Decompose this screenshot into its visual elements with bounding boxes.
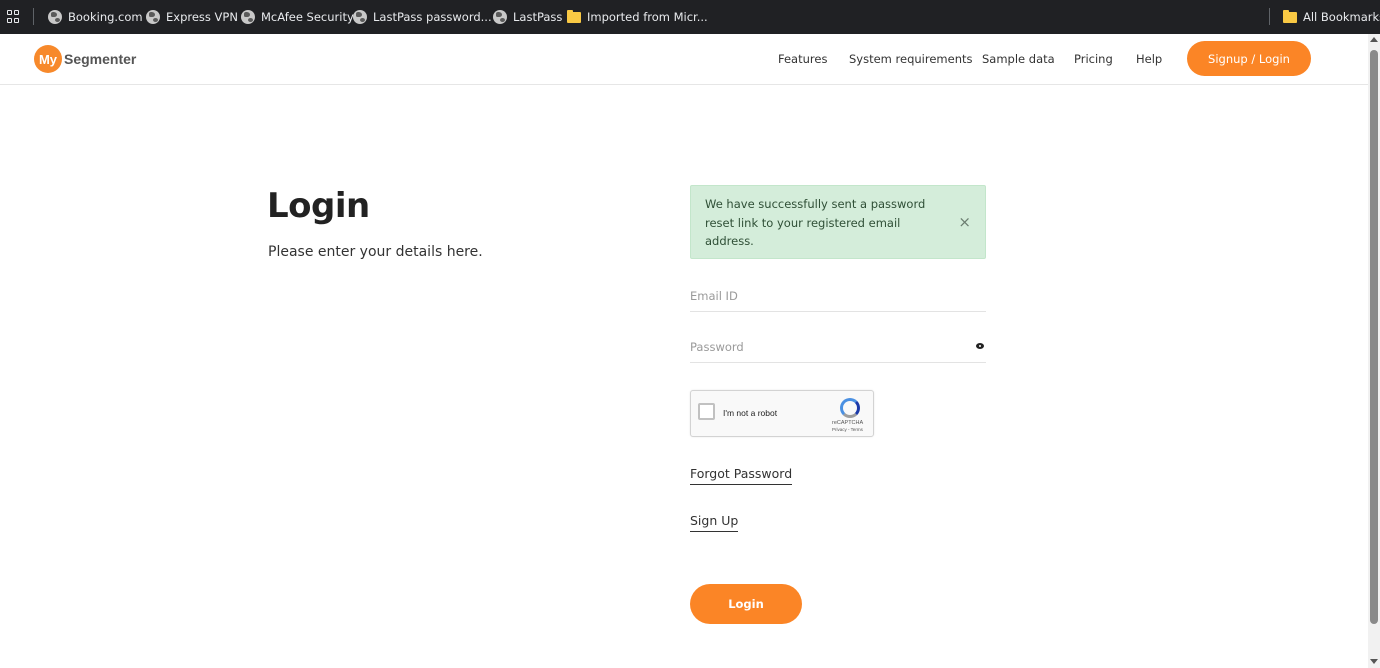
page-subtitle: Please enter your details here. bbox=[268, 244, 483, 260]
bookmark-lastpass[interactable]: LastPass bbox=[493, 0, 562, 34]
bookmark-label: Imported from Micr... bbox=[587, 10, 708, 24]
bookmark-booking[interactable]: Booking.com bbox=[48, 0, 143, 34]
sign-up-link[interactable]: Sign Up bbox=[690, 513, 739, 532]
bookmarks-bar: Booking.com Express VPN McAfee Security … bbox=[0, 0, 1380, 34]
all-bookmarks-label: All Bookmarks bbox=[1303, 10, 1380, 24]
globe-icon bbox=[146, 10, 160, 24]
bookmark-label: Booking.com bbox=[68, 10, 143, 24]
bookmark-express-vpn[interactable]: Express VPN bbox=[146, 0, 238, 34]
nav-features[interactable]: Features bbox=[778, 52, 827, 66]
logo-mark: My bbox=[34, 45, 62, 73]
recaptcha-label: I'm not a robot bbox=[723, 408, 778, 418]
close-icon[interactable]: × bbox=[958, 213, 971, 231]
bookmark-label: Express VPN bbox=[166, 10, 238, 24]
alert-message: We have successfully sent a password res… bbox=[705, 197, 926, 248]
scroll-up-arrow-icon[interactable] bbox=[1370, 37, 1378, 42]
password-field-wrapper bbox=[690, 333, 986, 363]
bookmark-lastpass-password[interactable]: LastPass password... bbox=[353, 0, 492, 34]
eye-icon[interactable] bbox=[976, 343, 984, 349]
bookmark-mcafee[interactable]: McAfee Security bbox=[241, 0, 354, 34]
page-title: Login bbox=[267, 186, 370, 226]
recaptcha-logo-icon bbox=[840, 398, 860, 418]
scrollbar-thumb[interactable] bbox=[1370, 50, 1378, 624]
all-bookmarks-button[interactable]: All Bookmarks bbox=[1283, 0, 1380, 34]
forgot-password-link[interactable]: Forgot Password bbox=[690, 466, 793, 485]
login-button[interactable]: Login bbox=[690, 584, 802, 624]
password-field[interactable] bbox=[690, 333, 986, 361]
nav-help[interactable]: Help bbox=[1136, 52, 1162, 66]
site-header: My Segmenter Features System requirement… bbox=[0, 34, 1368, 85]
bookmark-label: LastPass password... bbox=[373, 10, 492, 24]
email-field[interactable] bbox=[690, 282, 986, 310]
globe-icon bbox=[493, 10, 507, 24]
bookmark-imported-folder[interactable]: Imported from Micr... bbox=[567, 0, 708, 34]
bookmarks-divider bbox=[1269, 8, 1270, 25]
globe-icon bbox=[48, 10, 62, 24]
signup-login-button[interactable]: Signup / Login bbox=[1187, 41, 1311, 76]
recaptcha-brand: reCAPTCHA bbox=[832, 420, 864, 426]
scroll-down-arrow-icon[interactable] bbox=[1370, 659, 1378, 664]
globe-icon bbox=[353, 10, 367, 24]
recaptcha-widget: I'm not a robot reCAPTCHA Privacy - Term… bbox=[690, 390, 874, 437]
nav-system-requirements[interactable]: System requirements bbox=[849, 52, 973, 66]
success-alert: We have successfully sent a password res… bbox=[690, 185, 986, 259]
bookmarks-divider bbox=[33, 8, 34, 25]
apps-grid-icon[interactable] bbox=[7, 10, 20, 23]
nav-pricing[interactable]: Pricing bbox=[1074, 52, 1113, 66]
logo[interactable]: My Segmenter bbox=[34, 45, 136, 73]
email-field-wrapper bbox=[690, 282, 986, 312]
recaptcha-terms-link[interactable]: Privacy - Terms bbox=[832, 427, 863, 432]
nav-sample-data[interactable]: Sample data bbox=[982, 52, 1055, 66]
globe-icon bbox=[241, 10, 255, 24]
recaptcha-checkbox[interactable] bbox=[698, 403, 715, 420]
logo-text: Segmenter bbox=[64, 51, 137, 67]
folder-icon bbox=[1283, 9, 1297, 23]
bookmark-label: McAfee Security bbox=[261, 10, 354, 24]
folder-icon bbox=[567, 9, 581, 23]
bookmark-label: LastPass bbox=[513, 10, 563, 24]
